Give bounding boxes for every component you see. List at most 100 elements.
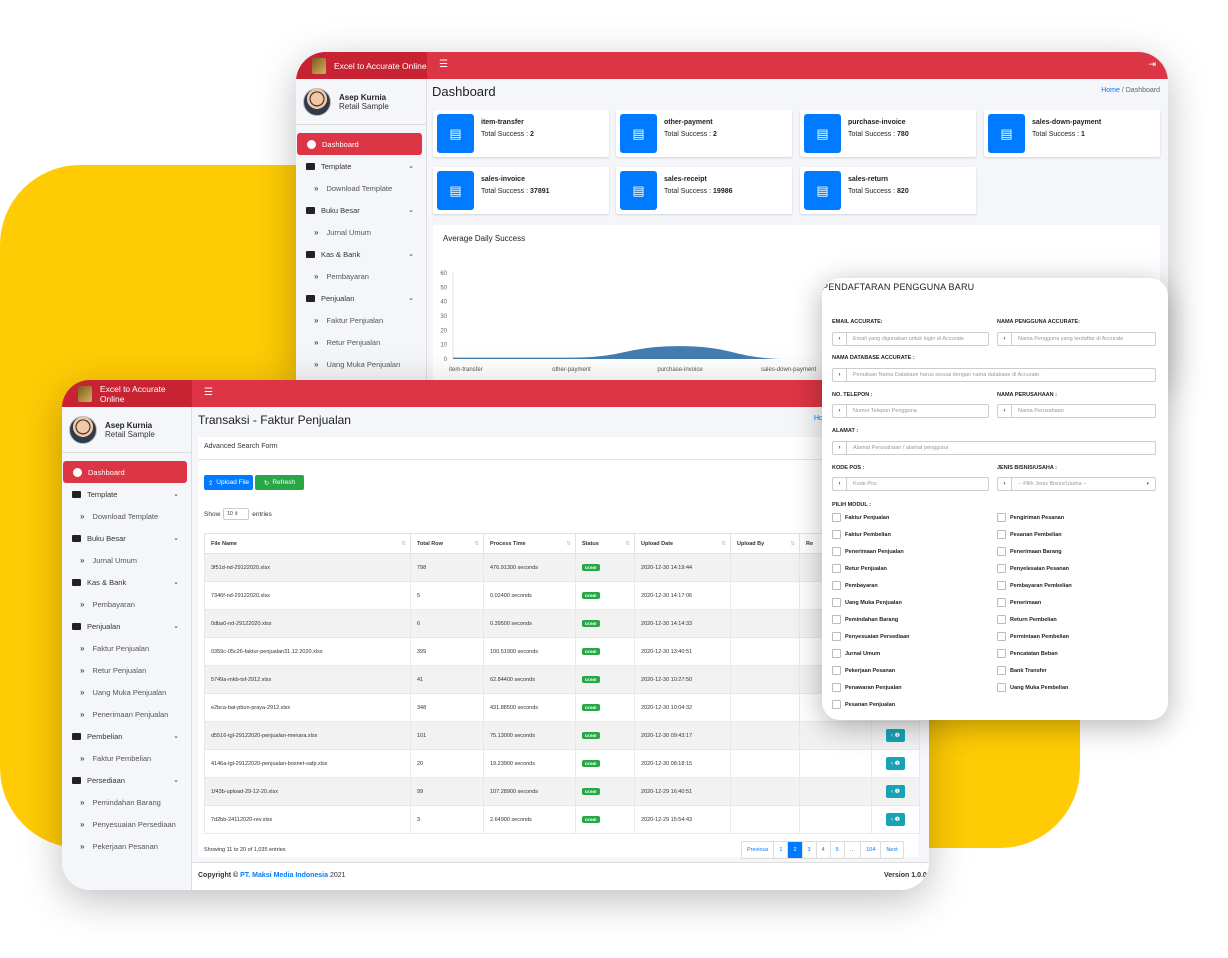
page-link[interactable]: 3 [801, 842, 816, 858]
checkbox-icon[interactable] [832, 683, 841, 692]
sidebar-item-pembelian[interactable]: Pembelian ⌄ [62, 725, 187, 747]
address-field[interactable]: › Alamat Perusahaan / alamat pengguna [832, 441, 1156, 455]
page-link[interactable]: 5 [829, 842, 844, 858]
database-field[interactable]: › Penulisan Nama Database harus sesuai de… [832, 368, 1156, 382]
checkbox-icon[interactable] [832, 547, 841, 556]
module-checkbox[interactable]: Pembayaran [832, 581, 878, 590]
module-checkbox[interactable]: Pembayaran Pembelian [997, 581, 1072, 590]
column-header[interactable]: Upload Date ⇅ [634, 533, 731, 554]
sidebar-item-pembayaran[interactable]: » Pembayaran [62, 593, 187, 615]
module-checkbox[interactable]: Penyelesaian Pesanan [997, 564, 1069, 573]
zip-field[interactable]: › Kode Pos [832, 477, 989, 491]
sidebar-item-dashboard[interactable]: Dashboard [63, 461, 187, 483]
sidebar-item-faktur-penjualan[interactable]: » Faktur Penjualan [62, 637, 187, 659]
info-button[interactable]: ‹ ❶ [885, 729, 906, 742]
sidebar-item-dashboard[interactable]: Dashboard [297, 133, 422, 155]
brand[interactable]: Excel to Accurate Online [296, 52, 427, 79]
sidebar-item-penerimaan-penjualan[interactable]: » Penerimaan Penjualan [62, 703, 187, 725]
module-checkbox[interactable]: Penerimaan Barang [997, 547, 1062, 556]
module-checkbox[interactable]: Penyesuaian Persediaan [832, 632, 910, 641]
sidebar-item-penjualan[interactable]: Penjualan ⌄ [296, 287, 422, 309]
module-checkbox[interactable]: Retur Penjualan [832, 564, 887, 573]
checkbox-icon[interactable] [832, 632, 841, 641]
stat-card[interactable]: ▤ sales-down-payment Total Success : 1 [984, 110, 1160, 157]
stat-card[interactable]: ▤ sales-receipt Total Success : 19986 [616, 167, 792, 214]
column-header[interactable]: Process Time ⇅ [483, 533, 576, 554]
sidebar-item-pekerjaan-pesanan[interactable]: » Pekerjaan Pesanan [62, 835, 187, 857]
sidebar-item-pembayaran[interactable]: » Pembayaran [296, 265, 422, 287]
checkbox-icon[interactable] [997, 649, 1006, 658]
page-link[interactable]: … [843, 842, 861, 858]
info-button[interactable]: ‹ ❶ [885, 813, 906, 826]
checkbox-icon[interactable] [832, 615, 841, 624]
advanced-search-toggle[interactable]: Advanced Search Form [204, 443, 278, 450]
column-header[interactable]: File Name ⇅ [204, 533, 411, 554]
sidebar-item-download-template[interactable]: » Download Template [62, 505, 187, 527]
module-checkbox[interactable]: Permintaan Pembelian [997, 632, 1069, 641]
module-checkbox[interactable]: Penerimaan Penjualan [832, 547, 904, 556]
sidebar-item-retur-penjualan[interactable]: » Retur Penjualan [296, 331, 422, 353]
sidebar-item-jurnal-umum[interactable]: » Jurnal Umum [296, 221, 422, 243]
checkbox-icon[interactable] [997, 547, 1006, 556]
module-checkbox[interactable]: Pekerjaan Pesanan [832, 666, 895, 675]
column-header[interactable]: Upload By ⇅ [730, 533, 800, 554]
sidebar-item-retur-penjualan[interactable]: » Retur Penjualan [62, 659, 187, 681]
stat-card[interactable]: ▤ item-transfer Total Success : 2 [433, 110, 609, 157]
company-link[interactable]: PT. Maksi Media Indonesia [240, 872, 328, 879]
menu-toggle-icon[interactable]: ☰ [439, 59, 448, 70]
page-link[interactable]: 4 [815, 842, 830, 858]
checkbox-icon[interactable] [832, 564, 841, 573]
module-checkbox[interactable]: Uang Muka Penjualan [832, 598, 902, 607]
checkbox-icon[interactable] [997, 513, 1006, 522]
column-header[interactable]: Total Row ⇅ [410, 533, 484, 554]
module-checkbox[interactable]: Penerimaan [997, 598, 1041, 607]
sidebar-item-persediaan[interactable]: Persediaan ⌄ [62, 769, 187, 791]
checkbox-icon[interactable] [997, 530, 1006, 539]
module-checkbox[interactable]: Faktur Penjualan [832, 513, 889, 522]
module-checkbox[interactable]: Pengiriman Pesanan [997, 513, 1064, 522]
page-link[interactable]: 2 [787, 842, 802, 858]
sidebar-item-faktur-penjualan[interactable]: » Faktur Penjualan [296, 309, 422, 331]
module-checkbox[interactable]: Bank Transfer [997, 666, 1047, 675]
sidebar-item-buku-besar[interactable]: Buku Besar ⌄ [296, 199, 422, 221]
module-checkbox[interactable]: Pesanan Pembelian [997, 530, 1062, 539]
module-checkbox[interactable]: Penawaran Penjualan [832, 683, 902, 692]
checkbox-icon[interactable] [997, 683, 1006, 692]
sidebar-item-template[interactable]: Template ⌄ [296, 155, 422, 177]
phone-field[interactable]: › Nomor Telepon Pengguna [832, 404, 989, 418]
module-checkbox[interactable]: Pesanan Penjualan [832, 700, 895, 709]
info-button[interactable]: ‹ ❶ [885, 785, 906, 798]
checkbox-icon[interactable] [997, 666, 1006, 675]
checkbox-icon[interactable] [832, 513, 841, 522]
sidebar-item-uang-muka-penjualan[interactable]: » Uang Muka Penjualan [62, 681, 187, 703]
column-header[interactable]: Status ⇅ [575, 533, 635, 554]
page-link[interactable]: 104 [860, 842, 880, 858]
module-checkbox[interactable]: Uang Muka Pembelian [997, 683, 1068, 692]
checkbox-icon[interactable] [997, 581, 1006, 590]
checkbox-icon[interactable] [997, 564, 1006, 573]
breadcrumb-home[interactable]: Home [1101, 87, 1120, 94]
sidebar-item-jurnal-umum[interactable]: » Jurnal Umum [62, 549, 187, 571]
sidebar-item-uang-muka-penjualan[interactable]: » Uang Muka Penjualan [296, 353, 422, 375]
stat-card[interactable]: ▤ sales-return Total Success : 820 [800, 167, 976, 214]
info-button[interactable]: ‹ ❶ [885, 757, 906, 770]
username-field[interactable]: › Nama Pengguna yang terdaftar di Accurat… [997, 332, 1156, 346]
checkbox-icon[interactable] [832, 666, 841, 675]
module-checkbox[interactable]: Pencatatan Beban [997, 649, 1058, 658]
sidebar-item-penyesuaian-persediaan[interactable]: » Penyesuaian Persediaan [62, 813, 187, 835]
sidebar-item-penjualan[interactable]: Penjualan ⌄ [62, 615, 187, 637]
checkbox-icon[interactable] [832, 530, 841, 539]
checkbox-icon[interactable] [997, 615, 1006, 624]
refresh-button[interactable]: ↻ Refresh [255, 475, 304, 490]
sidebar-item-download-template[interactable]: » Download Template [296, 177, 422, 199]
page-link[interactable]: 1 [773, 842, 787, 858]
company-field[interactable]: › Nama Perusahaan [997, 404, 1156, 418]
page-link[interactable]: Next [880, 842, 902, 858]
checkbox-icon[interactable] [997, 598, 1006, 607]
upload-file-button[interactable]: ⇪ Upload File [204, 475, 253, 490]
sidebar-item-buku-besar[interactable]: Buku Besar ⌄ [62, 527, 187, 549]
stat-card[interactable]: ▤ sales-invoice Total Success : 37891 [433, 167, 609, 214]
stat-card[interactable]: ▤ other-payment Total Success : 2 [616, 110, 792, 157]
menu-toggle-icon[interactable]: ☰ [204, 387, 213, 398]
sidebar-item-kas-bank[interactable]: Kas & Bank ⌄ [296, 243, 422, 265]
